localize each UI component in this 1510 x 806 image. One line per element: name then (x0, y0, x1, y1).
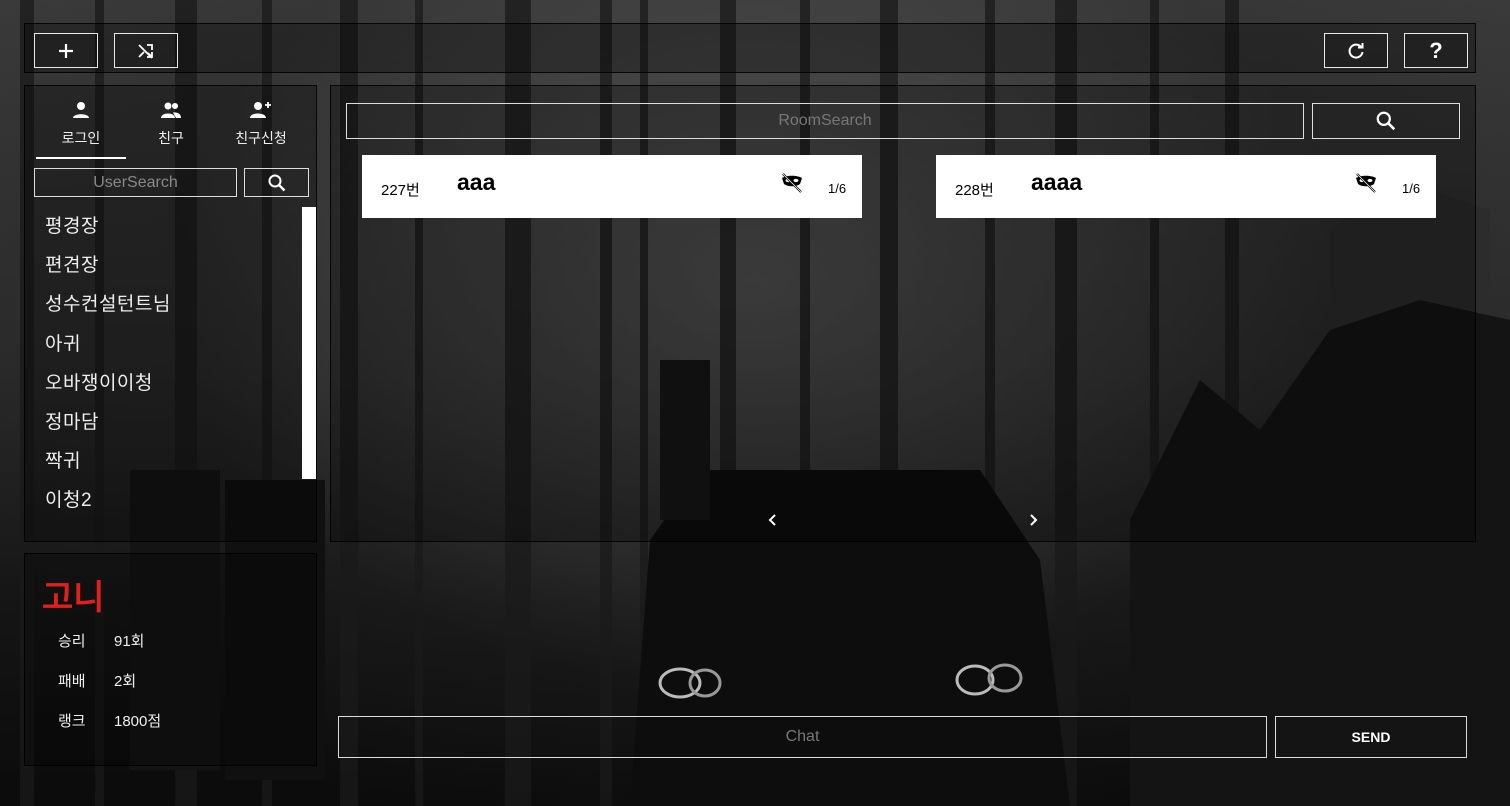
refresh-icon (1348, 42, 1364, 59)
room-search-input[interactable] (346, 103, 1304, 139)
room-player-count: 1/6 (828, 181, 847, 196)
profile-name: 고니 (42, 579, 105, 617)
profile-panel: 고니 승리 91회 패배 2회 랭크 1800점 (24, 553, 317, 766)
list-item[interactable]: 오바쟁이이청 (45, 363, 295, 402)
tab-login-label: 로그인 (61, 130, 101, 146)
person-add-icon (250, 102, 271, 118)
tab-friends-label: 친구 (158, 130, 184, 146)
room-list-panel: 227번 aaa 1/6 228번 aaaa 1/6 (330, 85, 1476, 542)
help-button[interactable]: ? (1404, 33, 1468, 68)
tab-login[interactable]: 로그인 (36, 98, 126, 158)
room-card[interactable]: 227번 aaa 1/6 (362, 155, 862, 218)
plus-icon (59, 43, 73, 58)
list-item[interactable]: 아귀 (45, 324, 295, 363)
rank-label: 랭크 (58, 713, 86, 730)
list-item[interactable]: 정마담 (45, 402, 295, 441)
create-room-button[interactable] (34, 33, 98, 68)
chevron-right-icon[interactable] (1025, 511, 1041, 529)
tab-friend-requests-label: 친구신청 (235, 130, 287, 146)
user-search-button[interactable] (244, 168, 309, 197)
friend-list-scrollbar[interactable] (302, 207, 316, 479)
list-item[interactable]: 이청2 (45, 480, 295, 519)
friends-panel: 로그인 친구 친구신청 평경장 편견장 성수컨설턴트님 아귀 오바쟁이이청 정마… (24, 85, 317, 542)
chevron-left-icon[interactable] (765, 511, 781, 529)
wins-value: 91회 (114, 633, 145, 650)
tab-friends[interactable]: 친구 (126, 98, 216, 158)
losses-label: 패배 (58, 673, 86, 690)
room-number: 227번 (381, 182, 420, 199)
list-item[interactable]: 평경장 (45, 206, 295, 245)
room-title: aaaa (1031, 169, 1083, 195)
room-card[interactable]: 228번 aaaa 1/6 (936, 155, 1436, 218)
people-icon (161, 102, 181, 118)
room-title: aaa (457, 169, 496, 195)
person-icon (73, 102, 89, 118)
top-toolbar: ? (24, 23, 1476, 73)
losses-value: 2회 (114, 673, 137, 690)
refresh-button[interactable] (1324, 33, 1388, 68)
list-item[interactable]: 짝귀 (45, 441, 295, 480)
random-join-button[interactable] (114, 33, 178, 68)
room-number: 228번 (955, 182, 994, 199)
private-lock-icon (1356, 173, 1376, 193)
shuffle-icon (138, 43, 153, 59)
rank-value: 1800점 (114, 713, 162, 730)
search-icon (1376, 111, 1396, 131)
list-item[interactable]: 성수컨설턴트님 (45, 284, 295, 323)
friend-list: 평경장 편견장 성수컨설턴트님 아귀 오바쟁이이청 정마담 짝귀 이청2 (45, 206, 295, 541)
user-search-input[interactable] (34, 168, 237, 197)
room-search-button[interactable] (1312, 103, 1460, 139)
tab-friend-requests[interactable]: 친구신청 (216, 98, 306, 158)
search-icon (268, 174, 285, 191)
private-lock-icon (782, 173, 802, 193)
chat-input[interactable] (338, 716, 1267, 758)
room-player-count: 1/6 (1402, 181, 1421, 196)
active-tab-indicator (36, 157, 126, 159)
list-item[interactable]: 편견장 (45, 245, 295, 284)
wins-label: 승리 (58, 633, 86, 650)
send-button[interactable]: SEND (1275, 716, 1467, 758)
